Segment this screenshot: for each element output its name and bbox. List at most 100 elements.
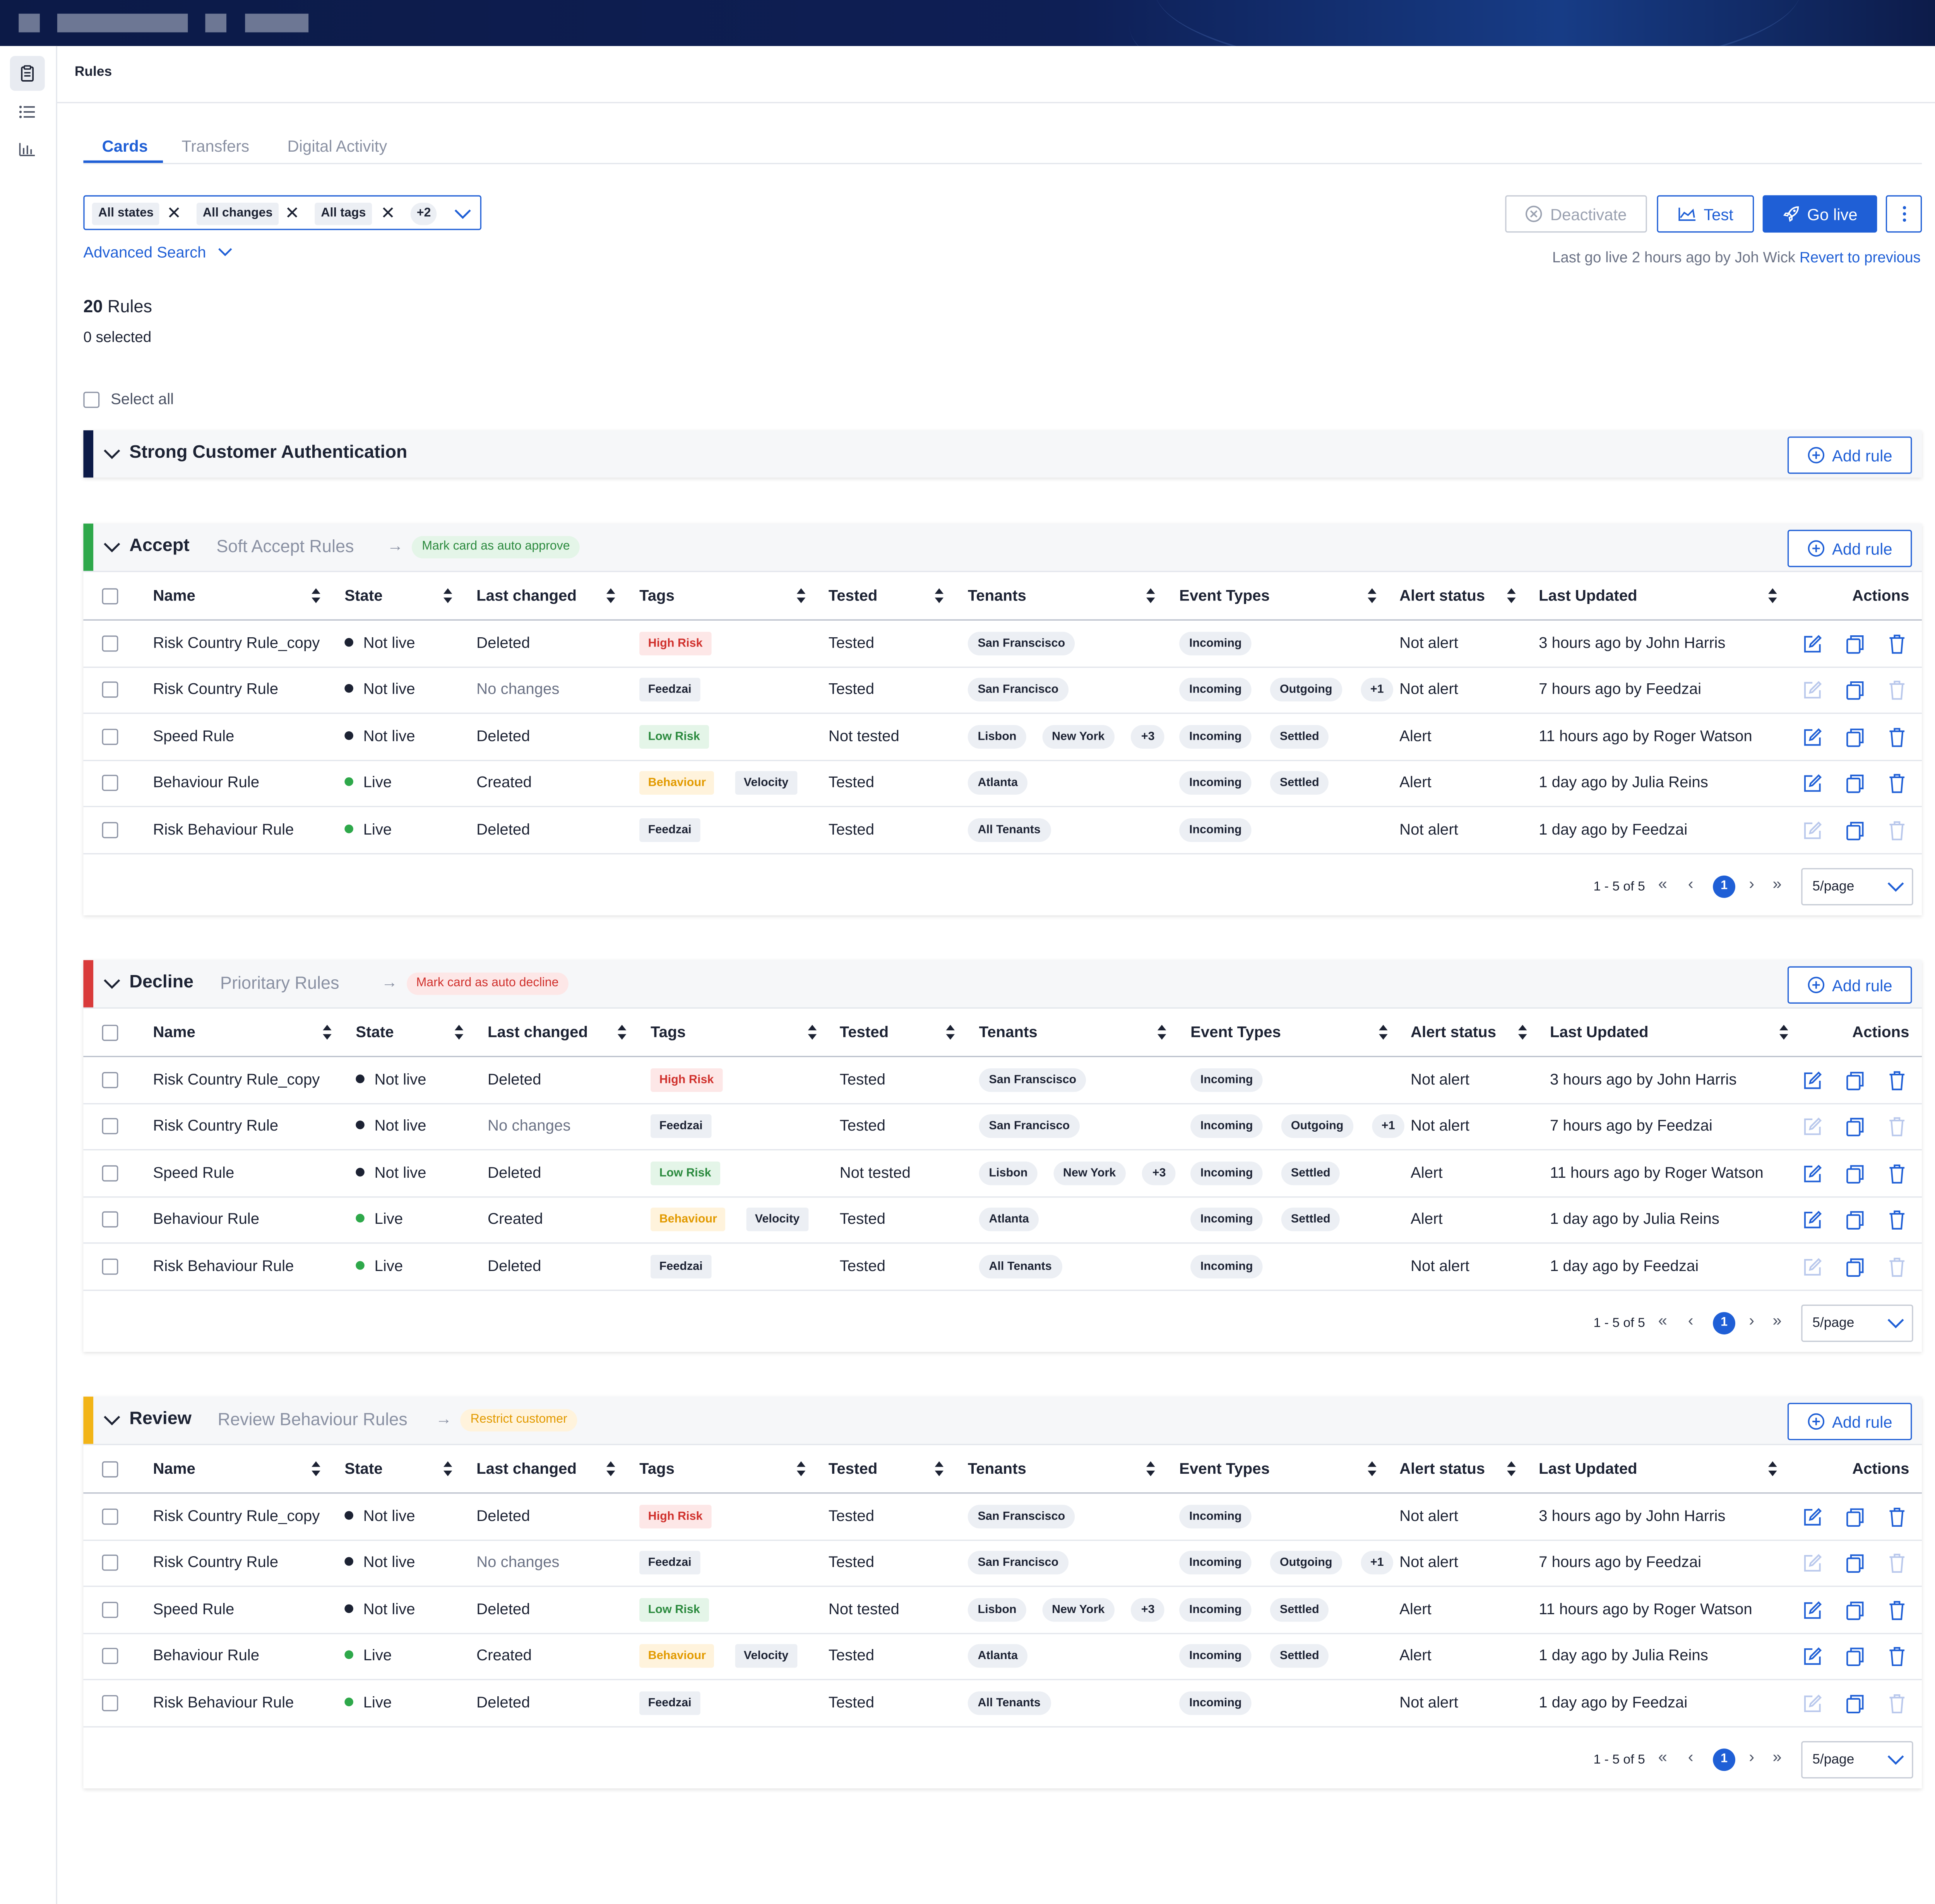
- delete-icon[interactable]: [1886, 1256, 1908, 1278]
- delete-icon[interactable]: [1886, 1553, 1908, 1575]
- next-page-icon[interactable]: ›: [1749, 874, 1754, 893]
- rule-name[interactable]: Risk Country Rule_copy: [153, 1507, 320, 1525]
- page-size-select[interactable]: 5/page: [1801, 1741, 1913, 1779]
- delete-icon[interactable]: [1886, 679, 1908, 702]
- duplicate-icon[interactable]: [1844, 1506, 1866, 1529]
- sort-icon[interactable]: [1768, 587, 1778, 604]
- delete-icon[interactable]: [1886, 819, 1908, 842]
- header-checkbox[interactable]: [102, 1461, 118, 1478]
- edit-icon[interactable]: [1801, 1599, 1824, 1622]
- table-row[interactable]: Risk Country Rule_copy Not live Deleted Hig…: [83, 1057, 1922, 1105]
- table-row[interactable]: Behaviour Rule Live Created Behaviour Veloci…: [83, 1633, 1922, 1681]
- column-header-tenants[interactable]: Tenants: [968, 587, 1026, 604]
- sort-icon[interactable]: [606, 1460, 616, 1478]
- advanced-search-link[interactable]: Advanced Search: [83, 244, 233, 261]
- chevron-down-icon[interactable]: [103, 1409, 121, 1438]
- sort-icon[interactable]: [1146, 1460, 1156, 1478]
- duplicate-icon[interactable]: [1844, 1116, 1866, 1138]
- row-checkbox[interactable]: [102, 775, 118, 791]
- rule-name[interactable]: Speed Rule: [153, 727, 234, 745]
- edit-icon[interactable]: [1801, 1553, 1824, 1575]
- table-row[interactable]: Risk Country Rule Not live No changes Feedz…: [83, 1103, 1922, 1151]
- first-page-icon[interactable]: «: [1658, 1311, 1667, 1329]
- sort-icon[interactable]: [807, 1023, 817, 1041]
- table-row[interactable]: Risk Country Rule_copy Not live Deleted Hig…: [83, 1493, 1922, 1541]
- sort-icon[interactable]: [606, 587, 616, 604]
- close-icon[interactable]: ✕: [167, 202, 182, 224]
- list-icon[interactable]: [10, 94, 45, 129]
- row-checkbox[interactable]: [102, 1165, 118, 1181]
- accept-group-header[interactable]: Accept Soft Accept Rules → Mark card as aut…: [83, 523, 1922, 572]
- sort-icon[interactable]: [1378, 1023, 1388, 1041]
- row-checkbox[interactable]: [102, 1258, 118, 1274]
- edit-icon[interactable]: [1801, 1069, 1824, 1092]
- delete-icon[interactable]: [1886, 1163, 1908, 1185]
- duplicate-icon[interactable]: [1844, 1256, 1866, 1278]
- column-header-tested[interactable]: Tested: [829, 1460, 878, 1478]
- sort-icon[interactable]: [1768, 1460, 1778, 1478]
- column-header-last-updated[interactable]: Last Updated: [1550, 1023, 1649, 1041]
- row-checkbox[interactable]: [102, 1211, 118, 1228]
- clipboard-icon[interactable]: [10, 56, 45, 91]
- edit-icon[interactable]: [1801, 679, 1824, 702]
- rule-name[interactable]: Speed Rule: [153, 1600, 234, 1618]
- duplicate-icon[interactable]: [1844, 1646, 1866, 1668]
- edit-icon[interactable]: [1801, 633, 1824, 655]
- sort-icon[interactable]: [322, 1023, 332, 1041]
- prev-page-icon[interactable]: ‹: [1688, 1747, 1694, 1766]
- sort-icon[interactable]: [454, 1023, 464, 1041]
- last-page-icon[interactable]: »: [1772, 1311, 1781, 1329]
- edit-icon[interactable]: [1801, 1256, 1824, 1278]
- column-header-last-changed[interactable]: Last changed: [476, 1460, 577, 1478]
- row-checkbox[interactable]: [102, 682, 118, 698]
- review-group-header[interactable]: Review Review Behaviour Rules → Restrict cu…: [83, 1396, 1922, 1446]
- add-rule-button[interactable]: Add rule: [1787, 1403, 1912, 1440]
- column-header-tags[interactable]: Tags: [639, 587, 675, 604]
- duplicate-icon[interactable]: [1844, 819, 1866, 842]
- chevron-down-icon[interactable]: [103, 443, 121, 471]
- edit-icon[interactable]: [1801, 1692, 1824, 1714]
- edit-icon[interactable]: [1801, 773, 1824, 795]
- sort-icon[interactable]: [1779, 1023, 1789, 1041]
- edit-icon[interactable]: [1801, 726, 1824, 748]
- rule-name[interactable]: Risk Country Rule_copy: [153, 634, 320, 652]
- prev-page-icon[interactable]: ‹: [1688, 874, 1694, 893]
- column-header-event-types[interactable]: Event Types: [1190, 1023, 1281, 1041]
- chevron-down-icon[interactable]: [103, 973, 121, 1001]
- row-checkbox[interactable]: [102, 1694, 118, 1711]
- row-checkbox[interactable]: [102, 1648, 118, 1665]
- column-header-name[interactable]: Name: [153, 1023, 195, 1041]
- sort-icon[interactable]: [934, 587, 944, 604]
- column-header-state[interactable]: State: [356, 1023, 394, 1041]
- current-page[interactable]: 1: [1713, 875, 1735, 898]
- nav-icon-placeholder[interactable]: [205, 14, 227, 33]
- column-header-tenants[interactable]: Tenants: [968, 1460, 1026, 1478]
- duplicate-icon[interactable]: [1844, 1209, 1866, 1232]
- row-checkbox[interactable]: [102, 635, 118, 652]
- duplicate-icon[interactable]: [1844, 679, 1866, 702]
- column-header-tenants[interactable]: Tenants: [979, 1023, 1038, 1041]
- delete-icon[interactable]: [1886, 633, 1908, 655]
- duplicate-icon[interactable]: [1844, 726, 1866, 748]
- column-header-alert-status[interactable]: Alert status: [1399, 587, 1485, 604]
- column-header-event-types[interactable]: Event Types: [1179, 587, 1270, 604]
- edit-icon[interactable]: [1801, 1209, 1824, 1232]
- current-page[interactable]: 1: [1713, 1748, 1735, 1771]
- bar-chart-icon[interactable]: [10, 132, 45, 167]
- decline-group-header[interactable]: Decline Prioritary Rules → Mark card as aut…: [83, 960, 1922, 1009]
- close-icon[interactable]: ✕: [285, 202, 300, 224]
- tab-cards[interactable]: Cards: [102, 137, 148, 156]
- column-header-last-changed[interactable]: Last changed: [476, 587, 577, 604]
- duplicate-icon[interactable]: [1844, 1692, 1866, 1714]
- header-checkbox[interactable]: [102, 588, 118, 605]
- sort-icon[interactable]: [311, 587, 321, 604]
- rule-name[interactable]: Behaviour Rule: [153, 774, 259, 791]
- column-header-tags[interactable]: Tags: [651, 1023, 686, 1041]
- table-row[interactable]: Risk Behaviour Rule Live Deleted Feedzai Tes…: [83, 807, 1922, 854]
- duplicate-icon[interactable]: [1844, 773, 1866, 795]
- tab-digital-activity[interactable]: Digital Activity: [288, 137, 387, 156]
- sort-icon[interactable]: [617, 1023, 627, 1041]
- table-row[interactable]: Risk Behaviour Rule Live Deleted Feedzai Tes…: [83, 1680, 1922, 1727]
- duplicate-icon[interactable]: [1844, 633, 1866, 655]
- column-header-event-types[interactable]: Event Types: [1179, 1460, 1270, 1478]
